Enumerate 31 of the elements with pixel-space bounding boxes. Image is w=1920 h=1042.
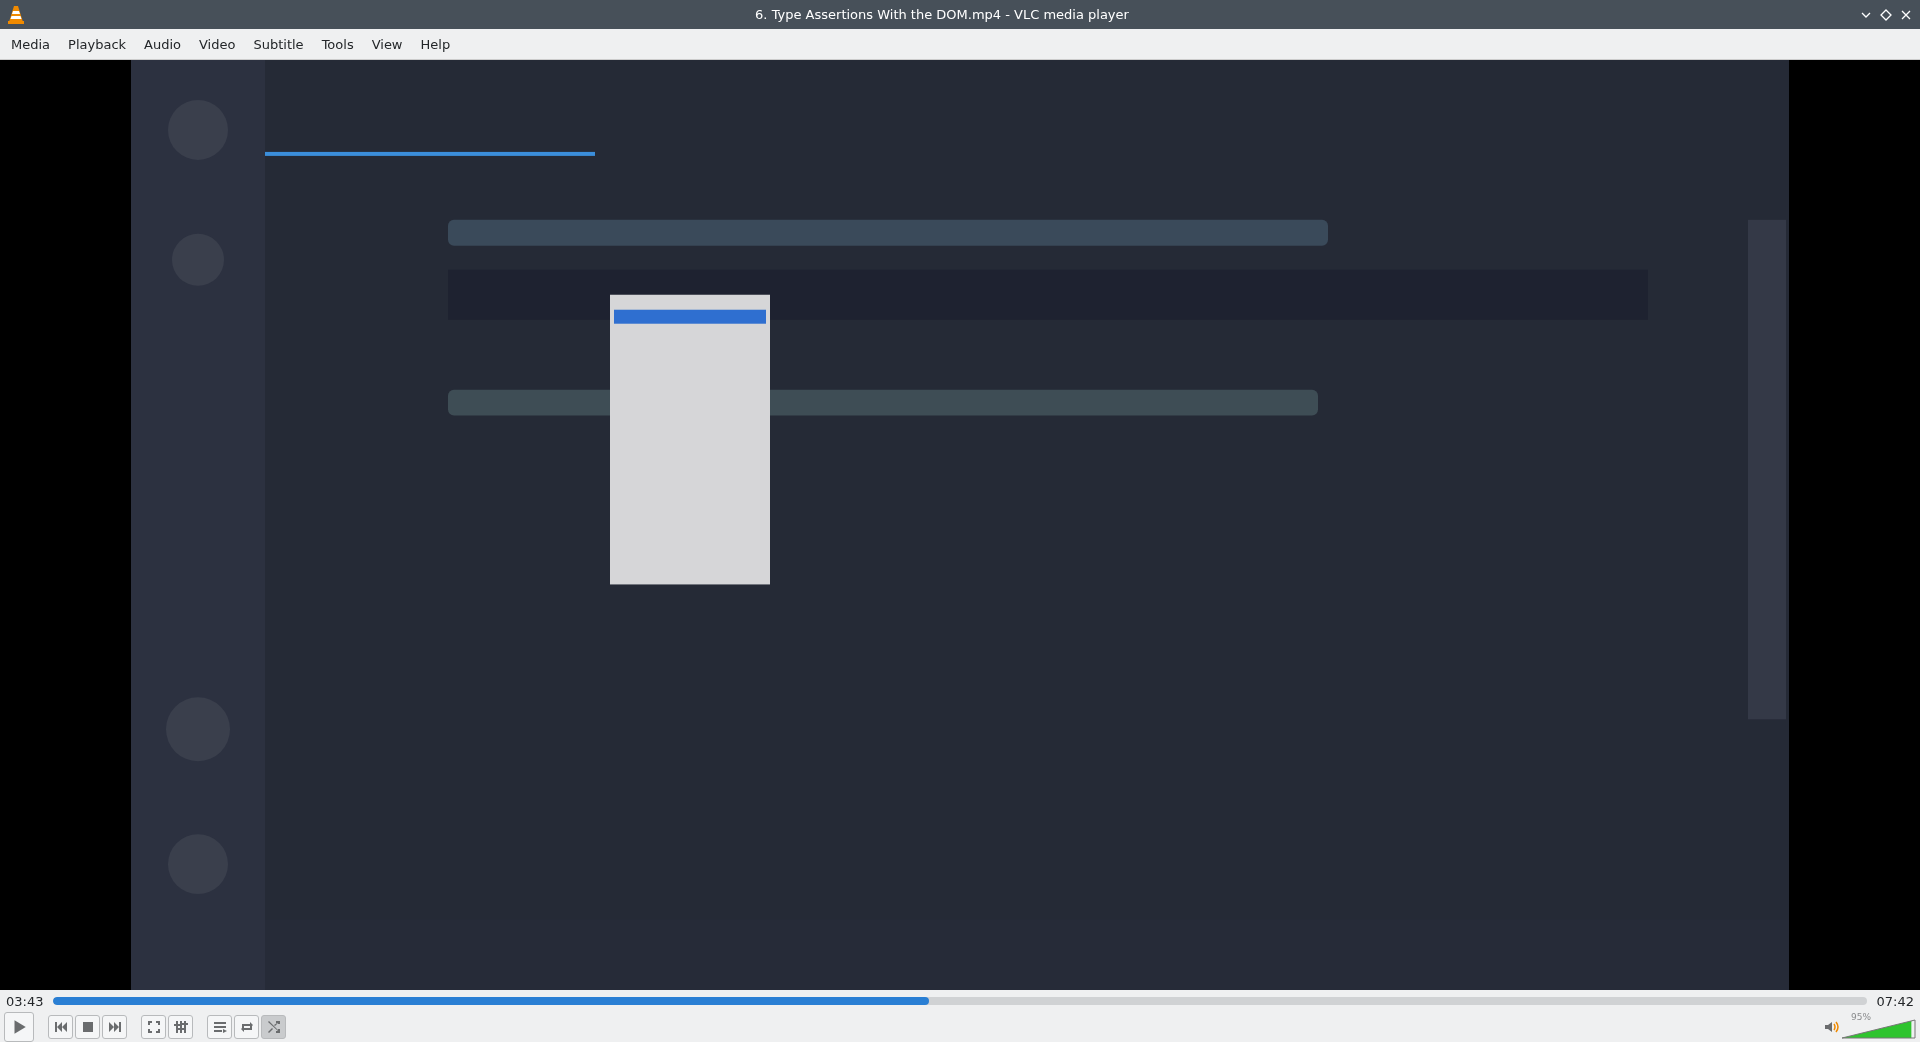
fullscreen-button[interactable] <box>141 1015 166 1039</box>
loop-button[interactable] <box>234 1015 259 1039</box>
play-button[interactable] <box>4 1012 34 1042</box>
playlist-button[interactable] <box>207 1015 232 1039</box>
maximize-icon[interactable] <box>1880 8 1892 21</box>
cone-icon <box>8 5 24 24</box>
shuffle-button[interactable] <box>261 1015 286 1039</box>
next-button[interactable] <box>102 1015 127 1039</box>
elapsed-time: 03:43 <box>6 993 44 1009</box>
close-icon[interactable] <box>1900 8 1912 21</box>
previous-icon <box>52 1019 69 1035</box>
playlist-icon <box>211 1019 228 1035</box>
window-title: 6. Type Assertions With the DOM.mp4 - VLC media player <box>754 7 1130 22</box>
fullscreen-icon <box>145 1019 162 1035</box>
menu-item[interactable]: Tools <box>312 32 363 56</box>
sliders-icon <box>172 1019 189 1035</box>
settings-button[interactable] <box>168 1015 193 1039</box>
stop-button[interactable] <box>75 1015 100 1039</box>
total-time: 07:42 <box>1876 993 1914 1009</box>
speaker-icon <box>1823 1019 1839 1035</box>
previous-button[interactable] <box>48 1015 73 1039</box>
menu-item[interactable]: View <box>362 32 412 56</box>
menu-item[interactable]: Help <box>411 32 460 56</box>
menu-item[interactable]: Media <box>2 32 60 56</box>
menu-item[interactable]: Audio <box>135 32 190 56</box>
menu-item[interactable]: Video <box>190 32 245 56</box>
seek-bar[interactable] <box>53 997 1867 1005</box>
menu-item[interactable]: Subtitle <box>244 32 313 56</box>
menu-item[interactable]: Playback <box>59 32 136 56</box>
next-icon <box>106 1019 123 1035</box>
volume-reading: 95% <box>1851 1012 1871 1022</box>
